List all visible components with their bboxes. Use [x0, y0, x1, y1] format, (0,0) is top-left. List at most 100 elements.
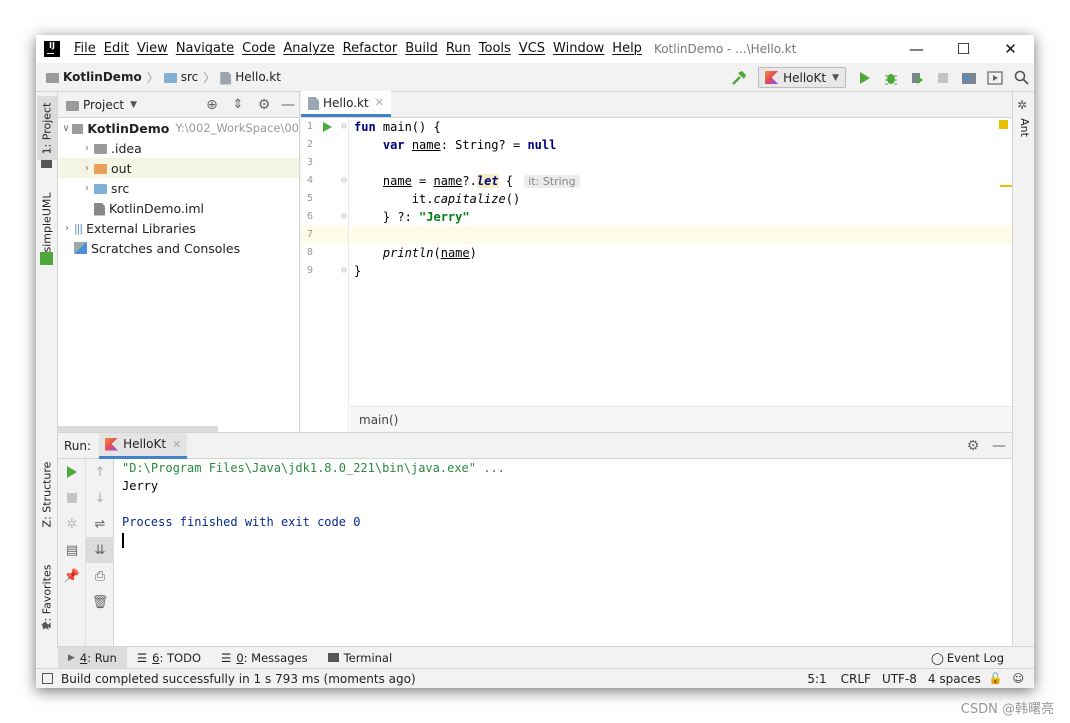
debug-bug-icon[interactable] [878, 63, 904, 92]
chevron-right-icon[interactable]: › [80, 183, 94, 194]
tool-tab-structure[interactable]: Z: Structure [37, 452, 57, 536]
run-configuration-select[interactable]: HelloKt ▼ [758, 67, 846, 88]
scroll-to-end-icon[interactable]: ⇊ [86, 537, 114, 563]
line-number: 6 ⊖ [301, 208, 348, 226]
gear-icon[interactable]: ⚙ [251, 97, 277, 113]
menu-build[interactable]: Build [401, 35, 442, 63]
build-hammer-icon[interactable] [726, 63, 752, 92]
hide-icon[interactable]: — [986, 438, 1012, 454]
tool-tab-run[interactable]: ▶ 4: Run [58, 646, 127, 669]
fold-icon[interactable]: ⊖ [341, 118, 347, 136]
close-button[interactable]: ✕ [987, 35, 1034, 63]
line-separator[interactable]: CRLF [841, 672, 871, 686]
right-tool-strip: ✲ Ant [1012, 92, 1034, 648]
terminal-icon [327, 653, 339, 662]
menu-refactor[interactable]: Refactor [339, 35, 402, 63]
inlay-hint: it: String [524, 175, 580, 188]
tool-tab-todo[interactable]: ☰ 6: TODO [127, 647, 211, 669]
tool-tab-messages[interactable]: ☰ 0: Messages [211, 647, 318, 669]
print-icon[interactable]: ⎙ [86, 563, 114, 589]
tool-tab-ant[interactable]: Ant [1014, 112, 1034, 142]
menu-code[interactable]: Code [238, 35, 279, 63]
close-icon[interactable]: ✕ [172, 438, 181, 451]
tree-item-out[interactable]: › out [58, 158, 299, 178]
toggle-tool-windows-icon[interactable] [42, 673, 53, 684]
run-gutter-icon[interactable] [323, 122, 332, 132]
code-area[interactable]: fun main() { var name: String? = null na… [350, 118, 1012, 406]
fold-icon[interactable]: ⊖ [341, 262, 347, 280]
caret-position[interactable]: 5:1 [807, 672, 826, 686]
project-structure-icon[interactable] [956, 63, 982, 92]
menu-run[interactable]: Run [442, 35, 475, 63]
menu-vcs[interactable]: VCS [515, 35, 549, 63]
menu-window[interactable]: Window [549, 35, 608, 63]
warning-stripe[interactable] [1000, 185, 1012, 187]
tree-item-scratches[interactable]: Scratches and Consoles [58, 238, 299, 258]
collapse-all-icon[interactable]: ⇕ [225, 97, 251, 112]
status-message[interactable]: Build completed successfully in 1 s 793 … [61, 672, 416, 686]
minimize-button[interactable]: — [893, 35, 940, 63]
code-line: } ?: "Jerry" [354, 210, 470, 224]
chevron-right-icon[interactable]: › [80, 163, 94, 174]
breadcrumb-folder[interactable]: src [181, 70, 199, 84]
folder-icon [94, 164, 107, 174]
hide-icon[interactable]: — [277, 97, 299, 113]
tree-item-kotlindemo[interactable]: ∨ KotlinDemo Y:\002_WorkSpace\00 [58, 118, 299, 138]
close-icon[interactable]: ✕ [375, 96, 384, 109]
lock-icon[interactable]: 🔓 [989, 672, 1003, 685]
inspector-icon[interactable]: ☺ [1013, 672, 1024, 685]
run-panel: Run: HelloKt ✕ ⚙ — ✲ ▤ 📌 ↑ ↓ ⇌ ⇊ ⎙ 🗑 "D:… [58, 432, 1012, 646]
tree-item-external-libraries[interactable]: › ||| External Libraries [58, 218, 299, 238]
layout-icon[interactable]: ▤ [58, 537, 86, 563]
event-log-button[interactable]: ◯ Event Log [921, 647, 1014, 669]
run-tab-label: HelloKt [123, 437, 167, 451]
soft-wrap-icon[interactable]: ⇌ [86, 511, 114, 537]
run-with-coverage-icon[interactable] [904, 63, 930, 92]
pin-icon[interactable]: 📌 [58, 563, 86, 589]
kotlin-icon [765, 71, 779, 84]
run-tab-hellokt[interactable]: HelloKt ✕ [99, 432, 188, 459]
up-arrow-icon[interactable]: ↑ [86, 459, 114, 485]
trash-icon[interactable]: 🗑 [86, 589, 114, 615]
tool-tab-project[interactable]: 1: Project [37, 96, 57, 160]
tool-tab-simpleuml[interactable]: simpleUML [37, 184, 57, 260]
tree-item-src[interactable]: › src [58, 178, 299, 198]
editor-breadcrumb[interactable]: main() [350, 406, 1012, 432]
fold-icon[interactable]: ⊖ [341, 172, 347, 190]
gear-icon[interactable]: ⚙ [960, 438, 986, 454]
project-view-select[interactable]: Project [83, 98, 124, 112]
editor-tab-hello-kt[interactable]: Hello.kt ✕ [301, 91, 391, 117]
down-arrow-icon[interactable]: ↓ [86, 485, 114, 511]
chevron-down-icon[interactable]: ▼ [130, 100, 137, 110]
console-output[interactable]: "D:\Program Files\Java\jdk1.8.0_221\bin\… [122, 459, 1012, 646]
menu-navigate[interactable]: Navigate [172, 35, 238, 63]
tree-item-idea[interactable]: › .idea [58, 138, 299, 158]
tree-item-iml[interactable]: KotlinDemo.iml [58, 198, 299, 218]
chevron-down-icon: ▼ [832, 72, 839, 83]
menu-help[interactable]: Help [608, 35, 646, 63]
tool-tab-terminal[interactable]: Terminal [318, 647, 403, 669]
menu-view[interactable]: View [133, 35, 172, 63]
menu-tools[interactable]: Tools [475, 35, 515, 63]
chevron-right-icon: 〉 [203, 70, 216, 85]
breadcrumb-file[interactable]: Hello.kt [235, 70, 281, 84]
indent-setting[interactable]: 4 spaces [928, 672, 981, 686]
chevron-right-icon[interactable]: › [80, 143, 94, 154]
stop-icon [930, 63, 956, 92]
menu-file[interactable]: File [70, 35, 100, 63]
file-encoding[interactable]: UTF-8 [882, 672, 917, 686]
presentation-mode-icon[interactable] [982, 63, 1008, 92]
warning-marker-icon[interactable] [999, 120, 1008, 129]
locate-icon[interactable]: ⊕ [199, 97, 225, 113]
chevron-down-icon[interactable]: ∨ [60, 123, 72, 134]
editor-gutter: 1 ⊖ 2 3 4 ⊖ 5 6 ⊖ 7 8 9 ⊖ [301, 118, 349, 432]
maximize-button[interactable]: ☐ [940, 35, 987, 63]
menu-analyze[interactable]: Analyze [279, 35, 338, 63]
chevron-right-icon[interactable]: › [60, 223, 74, 234]
run-button[interactable] [852, 63, 878, 92]
search-icon[interactable] [1008, 63, 1034, 92]
breadcrumb-project[interactable]: KotlinDemo [63, 70, 142, 84]
fold-icon[interactable]: ⊖ [341, 208, 347, 226]
menu-edit[interactable]: Edit [100, 35, 133, 63]
rerun-button[interactable] [58, 459, 86, 485]
